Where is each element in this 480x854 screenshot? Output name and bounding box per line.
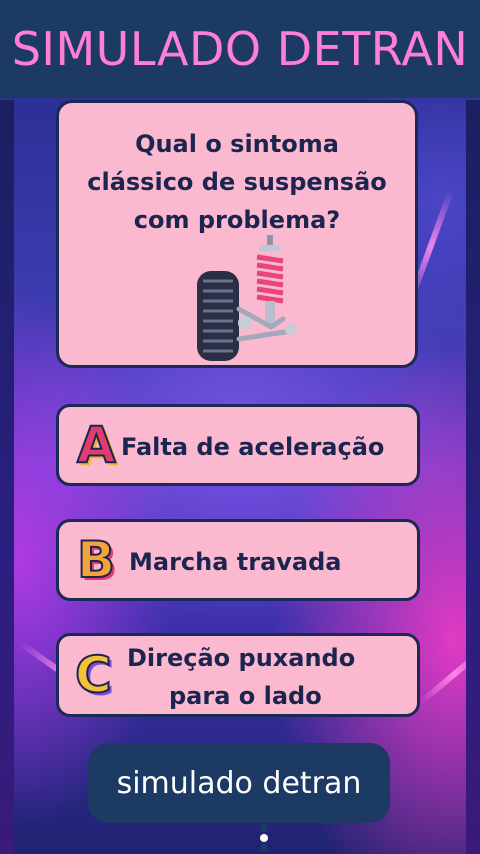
- question-text: Qual o sintoma clássico de suspensão com…: [59, 125, 415, 239]
- option-c-label-line2: para o lado: [169, 682, 322, 710]
- left-edge: [0, 100, 14, 854]
- question-line: com problema?: [133, 206, 341, 234]
- car-suspension-icon: [197, 235, 297, 361]
- option-c-button[interactable]: C Direção puxando para o lado: [56, 633, 420, 717]
- question-line: clássico de suspensão: [87, 168, 387, 196]
- option-c-label-line1: Direção puxando: [127, 644, 356, 672]
- header-bar: SIMULADO DETRAN: [0, 0, 480, 98]
- letter-c-icon: C: [74, 646, 113, 704]
- letter-b-icon: B: [76, 531, 116, 589]
- typing-dots-icon: [260, 824, 268, 852]
- chat-bubble: simulado detran: [88, 743, 390, 823]
- right-edge: [466, 100, 480, 854]
- page-title: SIMULADO DETRAN: [11, 22, 469, 76]
- question-card: Qual o sintoma clássico de suspensão com…: [56, 100, 418, 368]
- option-b-label: Marcha travada: [129, 548, 342, 576]
- question-line: Qual o sintoma: [135, 130, 339, 158]
- bubble-text: simulado detran: [116, 765, 362, 801]
- option-b-button[interactable]: B Marcha travada: [56, 519, 420, 601]
- letter-a-icon: A: [76, 416, 117, 474]
- option-a-button[interactable]: A Falta de aceleração: [56, 404, 420, 486]
- option-a-label: Falta de aceleração: [121, 433, 385, 461]
